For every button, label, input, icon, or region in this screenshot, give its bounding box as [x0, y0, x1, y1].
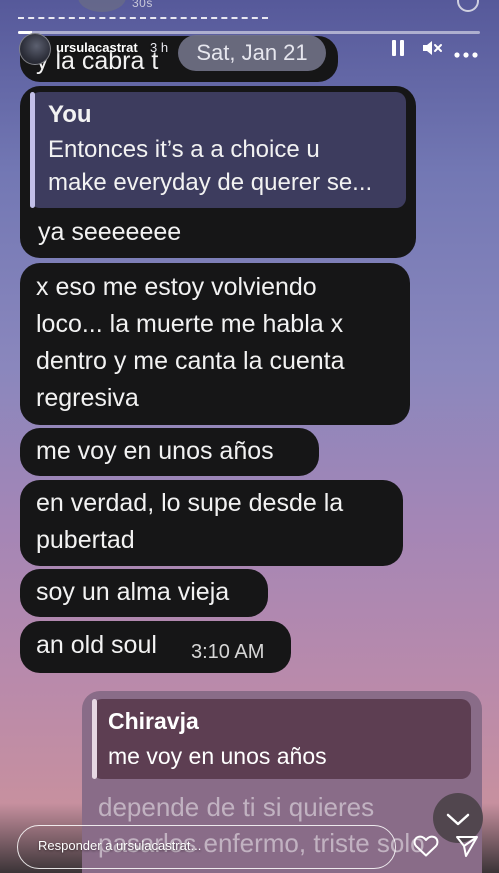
reply-quote-author: Chiravja — [108, 708, 199, 734]
story-username[interactable]: ursulacastrat — [56, 40, 138, 55]
message-line: loco... la muerte me habla x — [36, 310, 344, 338]
top-strip: 30s — [0, 0, 499, 19]
pause-icon[interactable] — [391, 39, 405, 62]
top-timer: 30s — [132, 0, 153, 10]
reply-quote-bar — [30, 92, 35, 208]
message-line: x eso me estoy volviendo — [36, 273, 317, 301]
message-line: pubertad — [36, 526, 135, 554]
dashed-divider — [18, 17, 268, 19]
message-bubble: x eso me estoy volviendo loco... la muer… — [20, 263, 410, 425]
send-icon[interactable] — [455, 834, 479, 863]
reply-quote-you[interactable]: You Entonces it’s a a choice u make ever… — [30, 92, 406, 208]
avatar[interactable] — [19, 33, 51, 65]
reply-quote-chiravja[interactable]: Chiravja me voy en unos años — [92, 699, 471, 779]
message-bubble: en verdad, lo supe desde la pubertad — [20, 480, 403, 566]
reply-quote-bar — [92, 699, 97, 779]
message-timestamp: 3:10 AM — [191, 641, 265, 663]
previous-story-thumbnail — [78, 0, 126, 12]
heart-icon[interactable] — [413, 834, 439, 863]
story-progress-bar — [18, 31, 480, 34]
message-bubble: me voy en unos años — [20, 428, 319, 476]
more-options-icon[interactable] — [454, 45, 478, 63]
message-bubble-reply-you: You Entonces it’s a a choice u make ever… — [20, 86, 416, 258]
top-circle-icon — [457, 0, 479, 12]
reply-quote-author: You — [48, 101, 92, 128]
date-label: Sat, Jan 21 — [178, 35, 326, 71]
mute-icon[interactable] — [421, 39, 443, 62]
message-text: soy un alma vieja — [36, 578, 230, 606]
message-line: depende de ti si quieres — [98, 792, 375, 822]
message-line: regresiva — [36, 384, 139, 412]
message-line: dentro y me canta la cuenta — [36, 347, 345, 375]
reply-quote-text-line-1: Entonces it’s a a choice u — [48, 136, 320, 163]
message-text: ya seeeeeee — [38, 218, 182, 246]
reply-quote-text: me voy en unos años — [108, 743, 327, 769]
reply-quote-text-line-2: make everyday de querer se... — [48, 169, 373, 196]
message-bubble: an old soul 3:10 AM — [20, 621, 291, 673]
story-time-ago: 3 h — [150, 40, 169, 55]
message-bubble: soy un alma vieja — [20, 569, 268, 617]
message-text: an old soul — [36, 631, 157, 659]
story-reply-placeholder: Responder a ursulacastrat... — [38, 838, 202, 853]
message-line: en verdad, lo supe desde la — [36, 489, 344, 517]
message-text: me voy en unos años — [36, 437, 274, 465]
